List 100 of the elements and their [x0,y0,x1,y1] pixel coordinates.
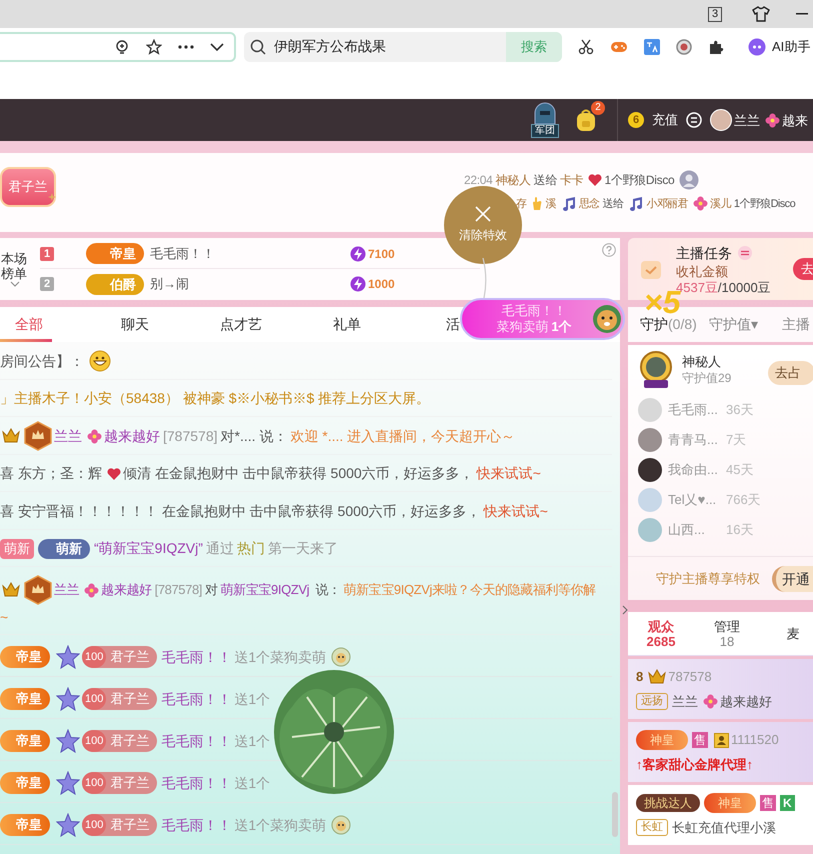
claim-button[interactable]: 去占 [768,361,813,385]
meta-text: 送1个菜狗卖萌 [234,817,326,834]
guardian-name: 神秘人 [682,353,722,370]
swap-icon[interactable] [738,246,752,260]
task-label: 收礼金额 [676,264,729,280]
circle-logo-icon[interactable] [676,39,692,55]
lightbulb-icon[interactable] [114,39,130,55]
message-text: 对*.... 说： [220,428,288,444]
ai-assistant-button[interactable]: AI助手 [772,37,810,57]
newbie-badge: 萌新 [38,538,90,559]
activate-button[interactable]: 开通 [772,566,813,592]
translate-icon[interactable] [644,39,660,55]
flower-icon [87,428,102,444]
message-text: 房间公告】： [0,352,84,369]
legion-button[interactable]: 军团 [531,102,559,138]
heart-icon [106,466,121,481]
guard-days: 7天 [726,430,746,450]
chevron-down-icon[interactable] [210,43,224,51]
user-name: 越来 [782,112,808,128]
user-avatar[interactable] [710,109,732,131]
user-name: 越来越好 [101,582,152,597]
message-text: 倾清 在金鼠抱财中 击中鼠帝获得 5000六币，好运多多， [122,465,474,482]
star-icon [56,687,80,712]
chat-tab[interactable]: 点才艺 [188,307,294,342]
coin-badge: 6 [628,112,644,128]
guardian-avatar-drawing[interactable] [638,350,674,390]
fan-level: 100 [82,772,106,794]
user-name: 兰兰 [54,428,82,444]
audience-card[interactable]: 神皇 售 1111520 ↑客家甜心金牌代理↑ [628,722,813,782]
star-outline-icon[interactable] [146,39,162,55]
user-name: 神秘人 [496,172,531,187]
message-text: 1个野狼Disco [734,198,796,210]
crown-icon [2,582,20,598]
scissors-icon[interactable] [578,39,594,55]
audience-card[interactable]: 挑战达人 神皇 售 K 长虹 长虹充值代理小溪 [628,785,813,845]
message-text: 长虹充值代理小溪 [672,820,776,835]
gamepad-icon[interactable] [610,40,628,54]
message-text: 1个野狼Disco [604,172,674,187]
sparkle-icon [48,193,56,201]
scrollbar-thumb[interactable] [612,792,618,837]
audience-card[interactable]: 8 787578 远扬 兰兰 越来越好 [628,659,813,719]
time-text: 22:04 [464,172,493,187]
audience-tab[interactable]: 麦 [760,626,813,641]
star-icon [56,771,80,796]
fan-club-badge: 君子兰 [0,167,56,207]
tab-count[interactable]: 3 [708,6,722,22]
fan-level: 100 [82,646,106,668]
audience-tab[interactable]: 管理 18 [694,618,760,648]
task-title: 主播任务 [676,244,732,262]
rank-title-badge: 帝皇 [0,646,50,668]
audience-tab[interactable]: 观众 2685 [628,618,694,648]
guard-tab[interactable]: 守护(0/8) [640,314,697,335]
ai-logo-icon[interactable] [748,38,766,56]
crown-icon [2,428,20,444]
fan-level: 100 [82,730,106,752]
search-field[interactable]: 伊朗军方公布战果 搜索 [244,32,562,62]
avatar[interactable] [638,458,662,482]
recharge-link[interactable]: 充值 [652,110,678,130]
rank-title-badge: 神皇 [636,730,688,750]
puzzle-icon[interactable] [708,39,724,55]
lightning-icon [350,276,366,292]
hexagon-badge-icon [24,421,52,452]
minimize-icon[interactable] [796,13,808,15]
chat-tab[interactable]: 聊天 [82,307,188,342]
message-text: 喜 安宁晋福！！！！！！ 在金鼠抱财中 击中鼠帝获得 5000六币，好运多多， [0,502,481,519]
menu-icon[interactable] [686,112,702,128]
rank-title-badge: 帝皇 [0,730,50,752]
k-tag: K [780,795,795,811]
hand-icon [531,196,544,212]
guardian-name: 毛毛雨... [668,401,719,420]
heart-icon [588,172,602,187]
fan-club-name: 君子兰 [110,816,150,834]
chat-tab[interactable]: 全部 [0,307,82,342]
try-now-link[interactable]: 快来试试~ [476,465,541,482]
backpack-icon[interactable] [575,108,597,132]
guard-days: 36天 [726,400,754,420]
more-icon[interactable] [178,45,194,49]
hexagon-badge-icon [24,575,52,605]
fan-level: 100 [82,688,106,710]
seller-tag: 售 [692,732,708,748]
flower-icon [693,196,708,212]
user-name: “萌新宝宝9IQZVj” [94,540,203,556]
message-content: 欢迎 *.... 进入直播间，今天超开心～ [290,428,516,444]
rank-title-badge: 帝皇 [0,772,50,794]
calendar-check-icon [640,258,662,280]
user-name: 毛毛雨！！ [161,733,232,750]
ranking-title[interactable]: 本场榜单 [1,251,29,281]
user-name: 萌新宝宝9IQZVj [220,582,310,597]
user-name: 毛毛雨！！ [161,817,232,834]
message-text: 喜 东方；圣：辉 [0,465,102,482]
newbie-tag: 萌新 [0,538,34,559]
address-field[interactable] [0,32,236,62]
user-level: 8 [636,669,644,684]
shirt-icon[interactable] [752,6,770,22]
user-name: 兰兰 [734,112,760,128]
meta-text: [787578] [154,582,202,597]
message-text: 对 [205,582,218,597]
chat-tab[interactable]: 礼单 [294,307,400,342]
try-now-link[interactable]: 快来试试~ [484,502,548,519]
avatar-icon [679,170,700,190]
